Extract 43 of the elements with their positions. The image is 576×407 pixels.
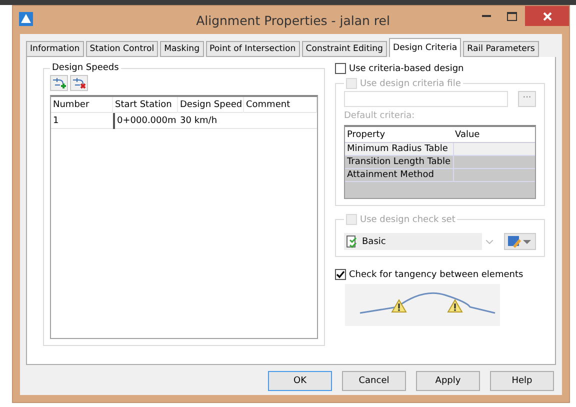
table-cell: 0+000.000m [113,113,178,129]
tab[interactable]: Masking [160,41,204,57]
tab[interactable]: Constraint Editing [302,41,387,57]
checklist-icon [346,235,358,248]
dialog-button[interactable]: OK [268,371,332,391]
tab[interactable]: Design Criteria [388,38,462,57]
checkbox[interactable] [335,63,346,74]
dialog-button[interactable]: Help [490,371,554,391]
edit-check-set-button[interactable] [504,233,536,250]
column-header: Comment [244,97,317,113]
column-header: Value [454,129,481,142]
tab[interactable]: Information [26,41,84,57]
edit-icon [507,235,521,248]
checkbox-label: Check for tangency between elements [349,270,524,280]
delete-row-icon[interactable] [70,75,88,91]
close-button[interactable] [525,6,569,26]
column-header: Start Station [113,97,178,113]
caret-icon [523,240,531,244]
checkbox-label: Use design criteria file [360,78,461,88]
column-header: Design Speed [178,97,244,113]
tab[interactable]: Rail Parameters [463,41,539,57]
checkbox-label: Use design check set [360,214,456,224]
table-cell-text: Minimum Radius Table [346,143,449,155]
column-header: Property [346,129,386,142]
table-cell-text: 1 [52,115,60,128]
close-icon [542,12,552,20]
add-row-icon[interactable] [50,75,68,91]
group-title: Design Speeds [51,63,120,73]
column-header: Number [51,97,113,113]
dialog-button[interactable]: Cancel [342,371,406,391]
default-criteria-label: Default criteria: [344,111,416,121]
table-cell-text: Attainment Method [346,169,435,181]
tab[interactable]: Station Control [86,41,158,57]
window-title: Alignment Properties - jalan rel [195,13,391,28]
app-logo-icon [19,12,33,26]
checkbox[interactable] [335,269,346,280]
file-path-field[interactable] [344,91,508,107]
table-cell-text: Transition Length Table [346,156,452,168]
dialog-button[interactable]: Apply [416,371,480,391]
tab[interactable]: Point of Intersection [206,41,300,57]
dropdown-value: Basic [362,236,387,246]
table-cell-text: 30 km/h [179,115,218,128]
checkbox-label: Use criteria-based design [349,64,464,74]
